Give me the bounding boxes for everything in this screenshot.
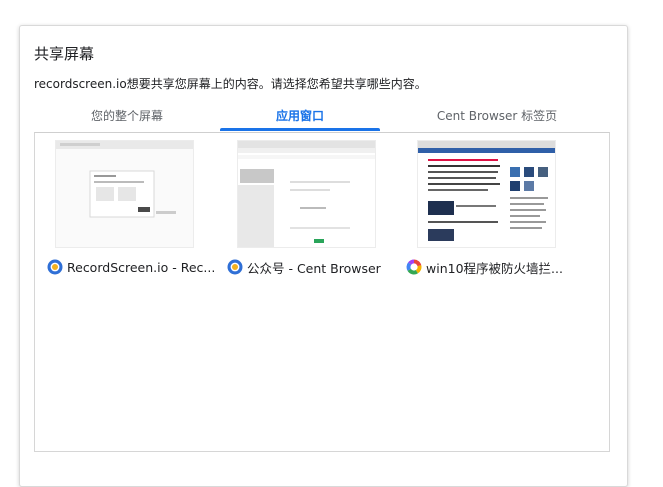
window-list-panel: RecordScreen.io - Rec... 公众号 - Cent Brow… [34, 132, 610, 452]
window-preview-image [418, 141, 555, 247]
window-item-recordscreen[interactable]: RecordScreen.io - Rec... [47, 258, 215, 276]
window-thumbnail-win10-firewall[interactable] [417, 140, 556, 248]
share-screen-dialog: 共享屏幕 recordscreen.io想要共享您屏幕上的内容。请选择您希望共享… [19, 25, 628, 487]
window-preview-image [56, 141, 193, 247]
window-thumbnail-recordscreen[interactable] [55, 140, 194, 248]
window-title: win10程序被防火墙拦... [426, 260, 563, 276]
window-thumbnail-gongzhonghao[interactable] [237, 140, 376, 248]
tab-entire-screen[interactable]: 您的整个屏幕 [46, 105, 208, 131]
window-title: RecordScreen.io - Rec... [67, 259, 216, 275]
window-title: 公众号 - Cent Browser [247, 260, 381, 276]
window-preview-image [238, 141, 375, 247]
source-tabs: 您的整个屏幕 应用窗口 Cent Browser 标签页 [34, 105, 610, 131]
dialog-description: recordscreen.io想要共享您屏幕上的内容。请选择您希望共享哪些内容。 [34, 77, 427, 91]
cent-browser-icon [47, 259, 63, 275]
cent-browser-icon [227, 259, 243, 275]
colorful-browser-icon [406, 259, 422, 275]
tab-application-window[interactable]: 应用窗口 [220, 105, 380, 131]
tab-browser-tab[interactable]: Cent Browser 标签页 [394, 105, 600, 131]
dialog-title: 共享屏幕 [34, 45, 95, 63]
window-item-gongzhonghao[interactable]: 公众号 - Cent Browser [227, 258, 381, 276]
window-item-win10-firewall[interactable]: win10程序被防火墙拦... [406, 258, 563, 276]
